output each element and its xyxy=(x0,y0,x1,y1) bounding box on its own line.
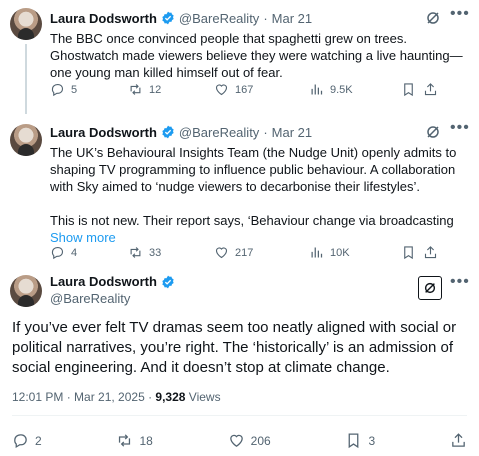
more-icon[interactable]: ••• xyxy=(450,5,470,23)
author-handle[interactable]: @BareReality xyxy=(179,11,259,26)
reply-count: 4 xyxy=(71,246,78,259)
like-button[interactable]: 217 xyxy=(214,245,309,260)
share-icon xyxy=(452,433,465,447)
repost-icon xyxy=(130,84,141,95)
verified-badge-icon xyxy=(161,275,175,289)
share-icon xyxy=(424,246,437,259)
like-button[interactable]: 206 xyxy=(228,432,271,449)
reply-button[interactable]: 5 xyxy=(50,82,128,97)
tweet-text: The BBC once convinced people that spagh… xyxy=(50,31,463,80)
divider xyxy=(12,415,467,416)
tweet-meta: 12:01 PM · Mar 21, 2025 · 9,328 Views xyxy=(12,390,221,404)
reply-icon xyxy=(51,246,64,260)
reply-count: 5 xyxy=(71,83,78,96)
share-button[interactable] xyxy=(423,245,438,260)
bookmark-icon xyxy=(404,83,413,97)
reply-button[interactable]: 2 xyxy=(12,432,42,449)
repost-icon xyxy=(130,247,141,258)
tweet[interactable]: Laura Dodsworth @BareReality · Mar 21 ••… xyxy=(0,118,479,273)
grok-button[interactable] xyxy=(418,276,442,300)
author-name[interactable]: Laura Dodsworth xyxy=(50,273,157,290)
like-count: 167 xyxy=(235,83,254,96)
views-label: Views xyxy=(188,390,221,404)
views-button[interactable]: 10K xyxy=(309,245,401,260)
focused-tweet: Laura Dodsworth @BareReality ••• If you’… xyxy=(0,265,479,456)
repost-button[interactable]: 18 xyxy=(116,432,153,449)
more-icon[interactable]: ••• xyxy=(450,119,470,137)
tweet-text-continued: This is not new. Their report says, ‘Beh… xyxy=(50,213,454,228)
avatar[interactable] xyxy=(10,8,42,40)
views-count: 9,328 xyxy=(155,390,186,404)
like-button[interactable]: 167 xyxy=(214,82,309,97)
like-icon xyxy=(229,434,243,447)
grok-icon[interactable] xyxy=(425,124,441,140)
tweet-text: If you’ve ever felt TV dramas seem too n… xyxy=(12,319,457,376)
avatar[interactable] xyxy=(10,275,42,307)
tweet-date[interactable]: Mar 21 xyxy=(272,125,312,140)
like-count: 217 xyxy=(235,246,254,259)
repost-button[interactable]: 33 xyxy=(128,245,214,260)
avatar[interactable] xyxy=(10,124,42,156)
author-handle[interactable]: @BareReality xyxy=(179,125,259,140)
repost-count: 33 xyxy=(149,246,162,259)
repost-button[interactable]: 12 xyxy=(128,82,214,97)
views-icon xyxy=(311,247,323,258)
reply-count: 2 xyxy=(35,433,42,448)
share-button[interactable] xyxy=(450,432,467,449)
tweet-header: Laura Dodsworth @BareReality xyxy=(50,273,179,307)
bookmark-button[interactable]: 3 xyxy=(345,432,375,449)
tweet-header: Laura Dodsworth @BareReality · Mar 21 xyxy=(50,118,467,142)
bookmark-icon xyxy=(349,433,359,449)
tweet-actions: 5 12 167 9.5K xyxy=(50,82,467,97)
tweet-actions: 4 33 217 10K xyxy=(50,245,467,260)
like-count: 206 xyxy=(250,433,271,448)
reply-icon xyxy=(14,434,27,449)
bookmark-icon xyxy=(404,246,413,260)
repost-count: 18 xyxy=(139,433,153,448)
views-icon xyxy=(311,84,323,95)
repost-count: 12 xyxy=(149,83,162,96)
tweet[interactable]: Laura Dodsworth @BareReality · Mar 21 ••… xyxy=(0,0,479,118)
author-handle[interactable]: @BareReality xyxy=(50,290,179,307)
reply-button[interactable]: 4 xyxy=(50,245,128,260)
reply-icon xyxy=(51,83,64,97)
tweet-date[interactable]: Mar 21 xyxy=(272,11,312,26)
share-button[interactable] xyxy=(423,82,438,97)
author-name[interactable]: Laura Dodsworth xyxy=(50,125,157,140)
bookmark-count: 3 xyxy=(368,433,376,448)
like-icon xyxy=(215,84,228,96)
separator: · xyxy=(263,10,268,26)
view-count: 10K xyxy=(330,246,350,259)
show-more-link[interactable]: Show more xyxy=(50,229,467,246)
thread-line xyxy=(25,44,27,114)
tweet-text: The UK’s Behavioural Insights Team (the … xyxy=(50,145,457,194)
tweet-header: Laura Dodsworth @BareReality · Mar 21 xyxy=(50,8,467,28)
verified-badge-icon xyxy=(161,125,175,139)
view-count: 9.5K xyxy=(330,83,353,96)
like-icon xyxy=(215,247,228,259)
more-icon[interactable]: ••• xyxy=(450,273,470,291)
bookmark-button[interactable] xyxy=(401,245,423,260)
grok-icon xyxy=(424,282,436,294)
tweet-timestamp[interactable]: 12:01 PM · Mar 21, 2025 · xyxy=(12,390,152,404)
author-name[interactable]: Laura Dodsworth xyxy=(50,11,157,26)
repost-icon xyxy=(119,434,131,447)
grok-icon[interactable] xyxy=(425,10,441,26)
share-icon xyxy=(424,83,437,96)
tweet-actions: 2 18 206 3 xyxy=(12,432,467,449)
views-button[interactable]: 9.5K xyxy=(309,82,401,97)
bookmark-button[interactable] xyxy=(401,82,423,97)
verified-badge-icon xyxy=(161,11,175,25)
separator: · xyxy=(263,124,268,140)
